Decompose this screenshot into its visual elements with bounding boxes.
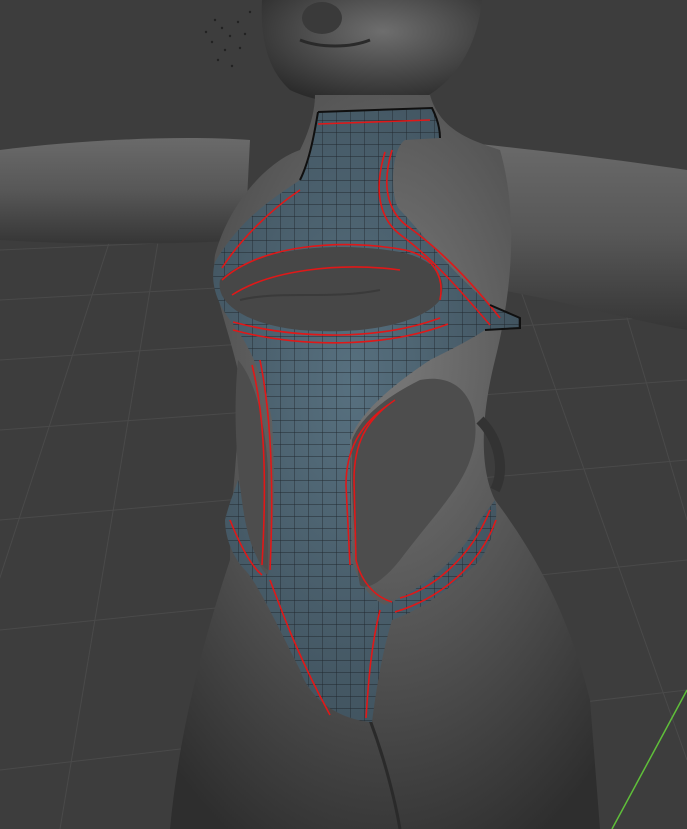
left-arm bbox=[0, 138, 250, 244]
y-axis-line bbox=[611, 689, 687, 829]
viewport-canvas[interactable] bbox=[0, 0, 687, 829]
3d-viewport[interactable] bbox=[0, 0, 687, 829]
whisker-dots bbox=[204, 10, 252, 68]
nose bbox=[302, 2, 342, 34]
head bbox=[261, 0, 482, 106]
